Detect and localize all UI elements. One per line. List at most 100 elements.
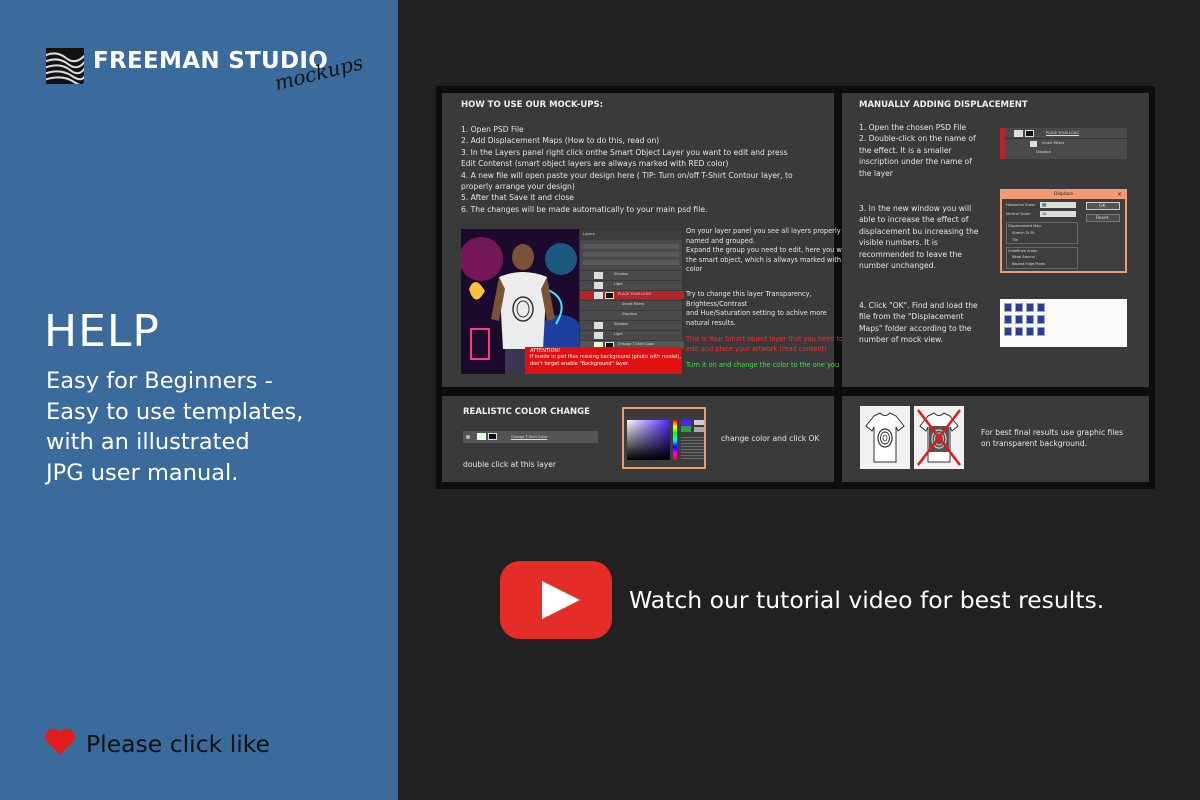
transparent-bg-panel: For best final results use graphic files… [842,396,1149,482]
howto-panel: HOW TO USE OUR MOCK-UPS: 1. Open PSD Fil… [442,93,862,387]
manual-line: 4. Click "OK". Find and load the [859,301,978,310]
howto-step: 5. After that Save it and close [461,193,574,203]
note-line: edit and place your artwork (read conten… [686,344,827,353]
manual-line: the layer [859,168,893,178]
like-label: Please click like [86,730,270,758]
manual-line: recommended to leave the [859,249,962,259]
tip-line: For best final results use graphic files [981,428,1124,437]
youtube-play-icon[interactable] [500,561,612,643]
attention-line: don't forget enable "Background" layer. [530,360,630,367]
color-layer-screenshot: Change T-Shirt Color [463,431,598,443]
manual-title: MANUALLY ADDING DISPLACEMENT [859,100,1028,110]
displace-label: Displace [1036,150,1051,154]
note-line: color [686,265,703,274]
manual-line: Maps" folder according to the [859,323,972,333]
displace-dialog-screenshot: Displace × Horizontal Scale: 10 Vertical… [1000,189,1127,273]
color-change-action: change color and click OK [721,434,820,443]
note-line: natural results. [686,318,736,327]
attention-line: If inside in psd files missing backgroun… [530,354,681,361]
video-tutorial-text[interactable]: Watch our tutorial video for best result… [629,586,1104,614]
layer-row: Smart Filters [580,300,684,309]
help-line: Easy to use templates, [46,398,304,425]
manual-step-3: 3. In the new window you will able to in… [859,203,979,271]
layer-row: Shadow [580,320,684,329]
help-description: Easy for Beginners - Easy to use templat… [46,366,303,488]
dialog-h-value: 10 [1042,203,1047,207]
smart-object-note: This is Your Smart object layer that you… [686,335,843,354]
howto-steps: 1. Open PSD File 2. Add Displacement Map… [461,124,793,215]
like-call-to-action[interactable]: Please click like [44,728,270,760]
help-line: Easy for Beginners - [46,368,273,394]
manual-line: file from the "Displacement [859,312,964,322]
tiger-stripes-logo-icon [46,48,84,84]
displacement-maps-screenshot [1000,299,1127,347]
manual-line: visible numbers. It is [859,238,938,248]
color-layer-label: Change T-Shirt Color [511,435,548,439]
dialog-h-scale: Horizontal Scale: [1006,203,1036,207]
help-title: HELP [44,306,160,357]
manual-line: the effect. It is a smaller [859,145,952,155]
howto-step: 1. Open PSD File [461,125,524,134]
layer-row: Light [580,280,684,289]
left-info-panel: FREEMAN STUDIO mockups HELP Easy for Beg… [0,0,398,800]
dialog-title: Displace [1054,192,1074,197]
dialog-v-value: 10 [1042,212,1047,216]
manual-line: able to increase the effect of [859,215,969,225]
manual-step-1-2: 1. Open the chosen PSD File 2. Double-cl… [859,122,976,179]
close-icon: × [1116,191,1122,198]
howto-step: 4. A new file will open paste your desig… [461,170,793,180]
layers-tab: Layers [583,232,595,236]
howto-step: 3. In the Layers panel right click onthe… [461,147,788,157]
color-gradient [627,420,670,460]
howto-title: HOW TO USE OUR MOCK-UPS: [461,100,604,110]
instruction-board: HOW TO USE OUR MOCK-UPS: 1. Open PSD Fil… [436,86,1155,489]
help-line: JPG user manual. [46,459,239,486]
manual-line: 1. Open the chosen PSD File [859,123,967,132]
attention-title: ATTENTION! [530,348,561,354]
manual-line: displacement bu increasing the [859,226,979,236]
layer-row-smart-object: PLACE YOUR LOGO [580,290,684,299]
howto-step: 6. The changes will be made automaticall… [461,204,708,214]
dialog-opt-tile: Tile [1012,238,1019,242]
layer-panel-note: On your layer panel you see all layers p… [686,227,862,275]
color-layer-note: Turn it on and change the color to the o… [686,361,840,369]
help-line: with an illustrated [46,429,250,455]
howto-step: Edit Contenst (smart object layers are a… [461,159,729,169]
layer-row: Displace [580,310,684,319]
smart-filters-label: Smart Filters [1042,141,1065,145]
color-change-title: REALISTIC COLOR CHANGE [463,407,590,417]
bad-tee-example [914,406,964,469]
layer-name: PLACE YOUR LOGO [1046,131,1080,135]
howto-step: 2. Add Displacement Maps (How to do this… [461,136,660,146]
dialog-ok-button: OK [1086,202,1120,210]
note-line: Brightess/Contrast [686,299,748,308]
dialog-maps-label: Displacement Map: [1008,224,1042,228]
dialog-opt-stretch: Stretch To Fit [1012,231,1035,235]
attention-box: ATTENTION! If inside in psd files missin… [525,347,682,374]
dialog-opt-wrap: Wrap Around [1012,255,1035,259]
note-line: On your layer panel you see all layers p… [686,227,841,235]
smart-layer-screenshot: PLACE YOUR LOGO Smart Filters Displace [1000,128,1127,159]
good-tee-example [860,406,910,469]
howto-step: properly arrange your design) [461,182,575,192]
layer-row: Light [580,330,684,339]
dialog-v-scale: Vertical Scale: [1006,212,1031,216]
manual-displacement-panel: MANUALLY ADDING DISPLACEMENT 1. Open the… [842,93,1149,387]
layer-row: Shadow [580,270,684,279]
hue-strip [673,420,677,460]
note-line: named and grouped. [686,236,755,245]
dialog-undefined-label: Undefined Areas: [1008,249,1039,253]
transparent-bg-tip: For best final results use graphic files… [981,427,1123,450]
note-line: the smart object, which is allways marke… [686,255,854,264]
note-line: This is Your Smart object layer that you… [686,335,844,343]
note-line: Expand the group you need to edit, here … [686,246,862,255]
note-line: Try to change this layer Transparency, [686,290,812,298]
color-picker-screenshot [622,407,706,469]
heart-icon [44,728,76,760]
color-change-panel: REALISTIC COLOR CHANGE Change T-Shirt Co… [442,396,834,482]
manual-line: number unchanged. [859,261,936,271]
note-line: and Hue/Saturation setting to achive mor… [686,309,827,318]
color-change-instruction: double click at this layer [463,460,557,469]
manual-line: 2. Double-click on the name of [859,134,976,144]
manual-step-4: 4. Click "OK". Find and load the file fr… [859,300,978,346]
